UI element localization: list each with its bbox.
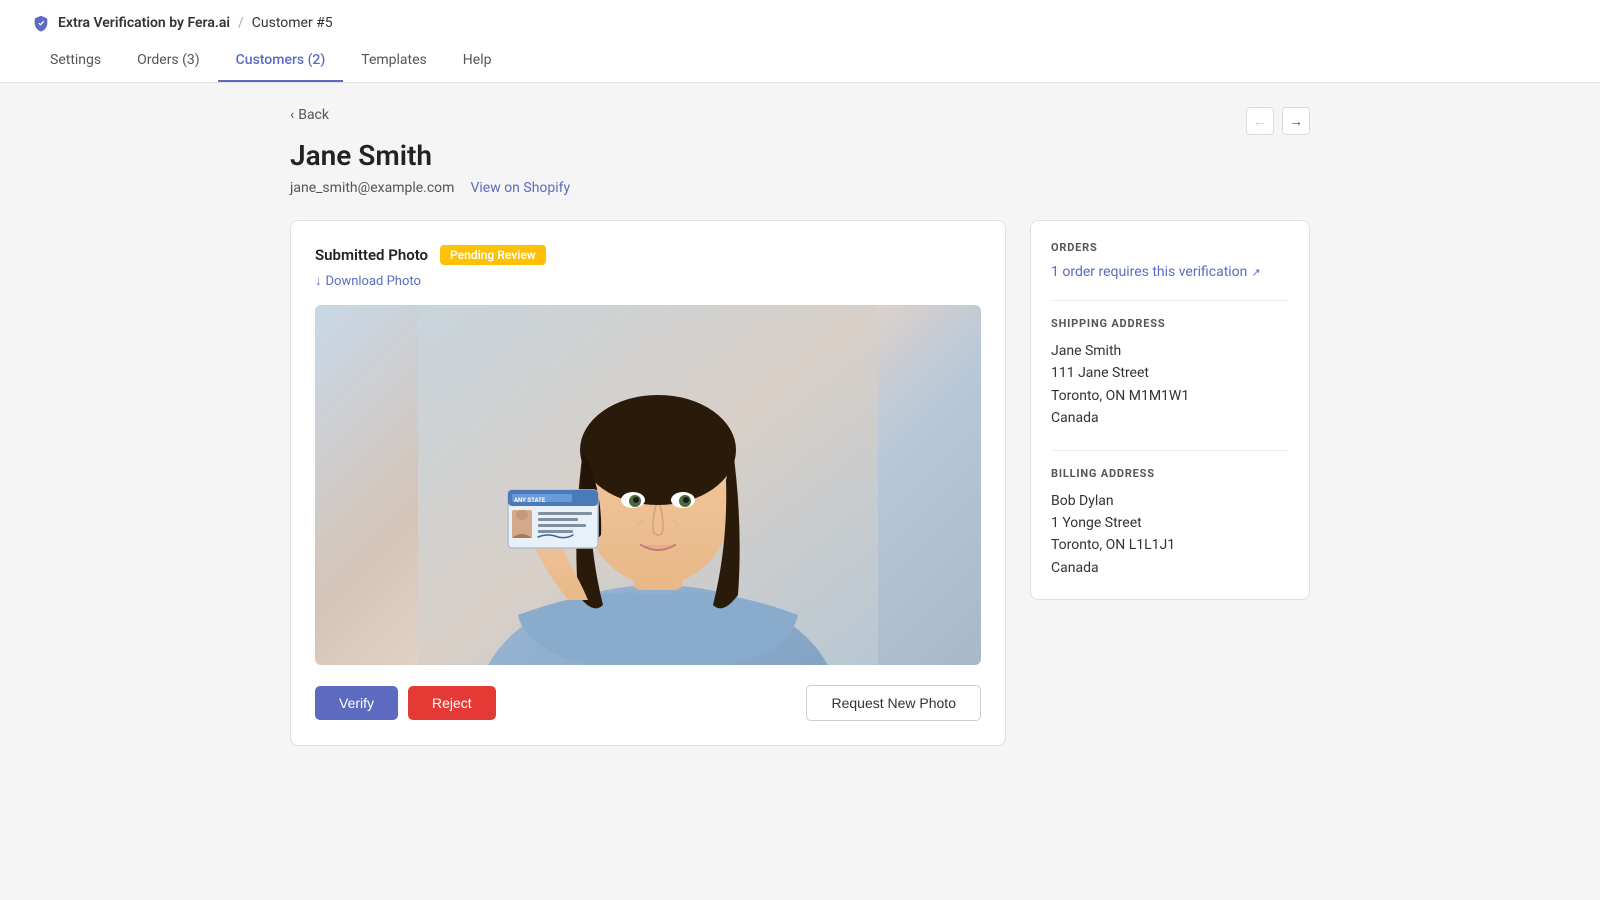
back-label: Back: [298, 107, 329, 123]
svg-text:ANY STATE: ANY STATE: [514, 497, 546, 504]
reject-button[interactable]: Reject: [408, 686, 496, 720]
shipping-country: Canada: [1051, 407, 1289, 429]
photo-header: Submitted Photo Pending Review: [315, 245, 981, 265]
billing-country: Canada: [1051, 557, 1289, 579]
content-row: Submitted Photo Pending Review ↓ Downloa…: [290, 220, 1310, 746]
shipping-section: SHIPPING ADDRESS Jane Smith 111 Jane Str…: [1051, 317, 1289, 430]
divider-2: [1051, 450, 1289, 451]
billing-address: Bob Dylan 1 Yonge Street Toronto, ON L1L…: [1051, 490, 1289, 580]
tab-orders[interactable]: Orders (3): [119, 40, 218, 82]
submitted-photo-image: ANY STATE: [315, 305, 981, 665]
verify-button[interactable]: Verify: [315, 686, 398, 720]
top-bar: Extra Verification by Fera.ai / Customer…: [0, 0, 1600, 83]
info-panel: ORDERS 1 order requires this verificatio…: [1030, 220, 1310, 600]
shield-icon: [32, 14, 50, 32]
back-link[interactable]: ‹ Back: [290, 107, 329, 123]
request-new-photo-button[interactable]: Request New Photo: [806, 685, 981, 721]
main-card: Submitted Photo Pending Review ↓ Downloa…: [290, 220, 1006, 746]
brand-name: Extra Verification by Fera.ai: [58, 15, 230, 31]
download-icon: ↓: [315, 273, 322, 289]
shipping-city-state: Toronto, ON M1M1W1: [1051, 385, 1289, 407]
billing-section: BILLING ADDRESS Bob Dylan 1 Yonge Street…: [1051, 467, 1289, 580]
orders-link-text: 1 order requires this verification: [1051, 264, 1247, 280]
billing-city-state: Toronto, ON L1L1J1: [1051, 534, 1289, 556]
customer-meta: jane_smith@example.com View on Shopify: [290, 180, 1310, 196]
shipping-title: SHIPPING ADDRESS: [1051, 317, 1289, 330]
sidebar-card: ORDERS 1 order requires this verificatio…: [1030, 220, 1310, 600]
billing-title: BILLING ADDRESS: [1051, 467, 1289, 480]
main-content: ‹ Back ← → Jane Smith jane_smith@example…: [250, 83, 1350, 770]
photo-container: ANY STATE: [315, 305, 981, 665]
customer-name: Jane Smith: [290, 139, 1310, 172]
external-link-icon: ↗: [1251, 266, 1260, 279]
download-label: Download Photo: [326, 274, 421, 289]
submitted-photo-label: Submitted Photo: [315, 246, 428, 264]
nav-tabs: Settings Orders (3) Customers (2) Templa…: [32, 40, 1568, 82]
billing-street: 1 Yonge Street: [1051, 512, 1289, 534]
shipping-street: 111 Jane Street: [1051, 362, 1289, 384]
tab-templates[interactable]: Templates: [343, 40, 445, 82]
app-title-row: Extra Verification by Fera.ai / Customer…: [32, 0, 1568, 32]
separator: /: [238, 15, 244, 31]
next-arrow-button[interactable]: →: [1282, 107, 1310, 135]
tab-settings[interactable]: Settings: [32, 40, 119, 82]
btn-group: Verify Reject: [315, 686, 496, 720]
page-name: Customer #5: [252, 15, 333, 31]
customer-email: jane_smith@example.com: [290, 180, 454, 196]
orders-section: ORDERS 1 order requires this verificatio…: [1051, 241, 1289, 280]
tab-customers[interactable]: Customers (2): [218, 40, 344, 82]
action-buttons: Verify Reject Request New Photo: [315, 685, 981, 721]
orders-link[interactable]: 1 order requires this verification ↗: [1051, 264, 1289, 280]
back-chevron-icon: ‹: [290, 107, 294, 123]
shipping-name: Jane Smith: [1051, 340, 1289, 362]
orders-section-title: ORDERS: [1051, 241, 1289, 254]
prev-arrow-button[interactable]: ←: [1246, 107, 1274, 135]
nav-arrows: ← →: [1246, 107, 1310, 135]
tab-help[interactable]: Help: [445, 40, 510, 82]
divider-1: [1051, 300, 1289, 301]
page-header-row: ‹ Back ← →: [290, 107, 1310, 139]
download-photo-link[interactable]: ↓ Download Photo: [315, 273, 981, 289]
view-shopify-link[interactable]: View on Shopify: [470, 180, 570, 196]
shipping-address: Jane Smith 111 Jane Street Toronto, ON M…: [1051, 340, 1289, 430]
status-badge: Pending Review: [440, 245, 546, 265]
billing-name: Bob Dylan: [1051, 490, 1289, 512]
